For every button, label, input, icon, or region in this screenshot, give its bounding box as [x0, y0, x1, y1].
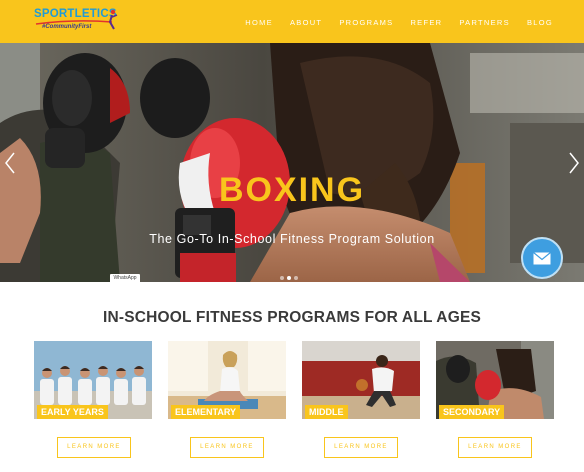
- learn-more-button[interactable]: LEARN MORE: [458, 437, 532, 458]
- sportletics-logo[interactable]: SPORTLETICS #CommunityFirst: [34, 8, 120, 38]
- card-label: EARLY YEARS: [37, 405, 108, 419]
- slider-dots: [280, 276, 298, 280]
- main-nav: HOME ABOUT PROGRAMS REFER PARTNERS BLOG: [228, 18, 553, 27]
- nav-partners[interactable]: PARTNERS: [459, 18, 510, 27]
- slider-dot[interactable]: [294, 276, 298, 280]
- learn-more-button[interactable]: LEARN MORE: [324, 437, 398, 458]
- nav-about[interactable]: ABOUT: [290, 18, 322, 27]
- program-card-secondary[interactable]: SECONDARY: [436, 341, 554, 419]
- logo-figure-icon: [108, 9, 118, 30]
- nav-home[interactable]: HOME: [245, 18, 273, 27]
- hero-subtitle: The Go-To In-School Fitness Program Solu…: [149, 232, 435, 246]
- whatsapp-label[interactable]: WhatsApp: [110, 274, 140, 283]
- program-card-elementary[interactable]: ELEMENTARY: [168, 341, 286, 419]
- card-label: ELEMENTARY: [171, 405, 241, 419]
- program-card-middle[interactable]: MIDDLE: [302, 341, 420, 419]
- learn-more-button[interactable]: LEARN MORE: [190, 437, 264, 458]
- logo-tagline: #CommunityFirst: [42, 24, 92, 30]
- program-card-early-years[interactable]: EARLY YEARS: [34, 341, 152, 419]
- hero-title: BOXING: [218, 171, 366, 209]
- mail-icon: [533, 251, 551, 264]
- learn-more-button[interactable]: LEARN MORE: [57, 437, 131, 458]
- contact-mail-button[interactable]: [521, 237, 563, 279]
- slider-dot[interactable]: [280, 276, 284, 280]
- hero-boxing-image: [0, 43, 584, 282]
- hero-slider: BOXING The Go-To In-School Fitness Progr…: [0, 43, 584, 282]
- site-header: SPORTLETICS #CommunityFirst HOME ABOUT P…: [0, 0, 584, 43]
- card-label: MIDDLE: [305, 405, 348, 419]
- nav-refer[interactable]: REFER: [410, 18, 442, 27]
- programs-heading: IN-SCHOOL FITNESS PROGRAMS FOR ALL AGES: [102, 309, 482, 326]
- card-label: SECONDARY: [439, 405, 505, 419]
- nav-programs[interactable]: PROGRAMS: [339, 18, 393, 27]
- slider-dot[interactable]: [287, 276, 291, 280]
- nav-blog[interactable]: BLOG: [527, 18, 553, 27]
